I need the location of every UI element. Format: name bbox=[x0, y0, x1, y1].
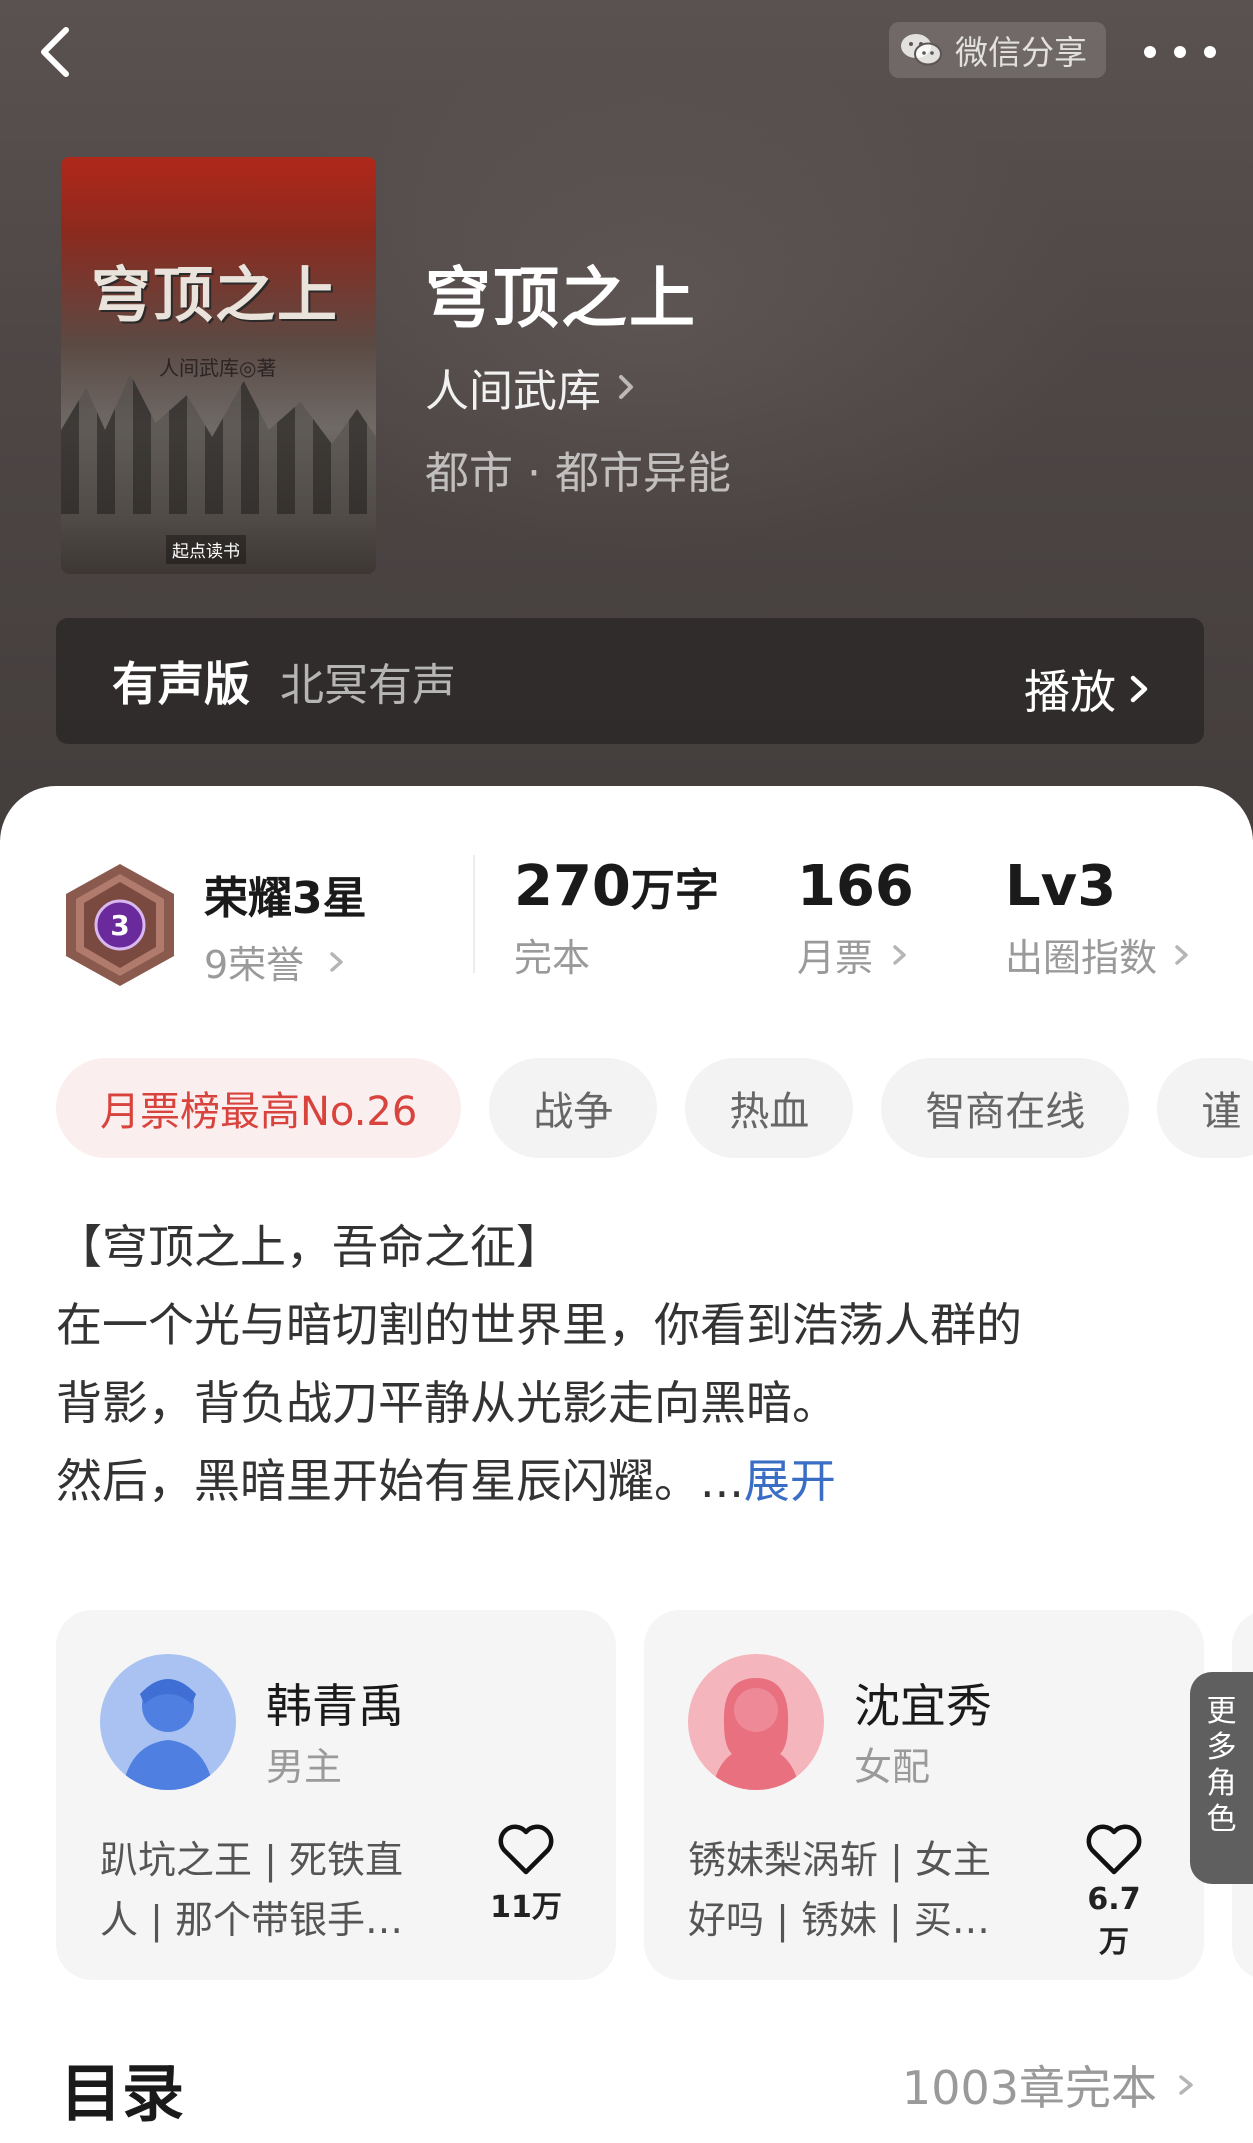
like-button[interactable]: 11万 bbox=[486, 1822, 566, 1926]
like-count: 11万 bbox=[490, 1890, 562, 1925]
role-description: 趴坑之王 | 死铁直 人 | 那个带银手… bbox=[100, 1830, 440, 1950]
audio-studio: 北冥有声 bbox=[280, 660, 456, 711]
toc-link[interactable]: 1003章完本 bbox=[902, 2052, 1203, 2118]
heart-icon bbox=[1086, 1824, 1142, 1875]
tag-chip[interactable]: 谨 bbox=[1157, 1058, 1253, 1158]
description-line: 【穹顶之上，吾命之征】 bbox=[56, 1220, 562, 1274]
role-card[interactable]: 沈宜秀 女配 锈妹梨涡斩 | 女主 好吗 | 锈妹 | 买… 6.7万 bbox=[644, 1610, 1204, 1980]
chevron-left-icon bbox=[41, 27, 69, 77]
cover-author: 人间武库◎著 bbox=[159, 356, 277, 380]
female-avatar-icon bbox=[688, 1654, 824, 1790]
monthly-ticket-label: 月票 bbox=[797, 936, 874, 980]
chevron-right-icon bbox=[1130, 675, 1148, 703]
role-description-line: 锈妹梨涡斩 | 女主 bbox=[688, 1838, 991, 1882]
more-dots-icon bbox=[1144, 46, 1216, 58]
tag-chip[interactable]: 智商在线 bbox=[881, 1058, 1130, 1158]
role-type: 男主 bbox=[266, 1745, 343, 1789]
description-line: 背影，背负战刀平静从光影走向黑暗。 bbox=[56, 1376, 838, 1430]
toc-chapter-count: 1003章完本 bbox=[901, 2061, 1157, 2115]
book-detail-page: 微信分享 穹顶之上 人间武库◎著 起点读书 穹顶之上 人间武库 都市 · 都市异… bbox=[0, 0, 1253, 2143]
expand-link[interactable]: 展开 bbox=[744, 1454, 836, 1508]
chevron-right-icon bbox=[893, 944, 906, 965]
monthly-ticket-stat[interactable]: 166 月票 bbox=[797, 854, 915, 982]
completion-status: 完本 bbox=[514, 936, 591, 980]
author-name: 人间武库 bbox=[425, 366, 601, 417]
audio-play-label: 播放 bbox=[1024, 665, 1116, 719]
heart-icon bbox=[498, 1824, 554, 1875]
audio-version-bar[interactable]: 有声版 北冥有声 播放 bbox=[56, 618, 1204, 744]
role-type: 女配 bbox=[854, 1745, 931, 1789]
cover-title: 穹顶之上 bbox=[91, 261, 339, 331]
like-count: 6.7万 bbox=[1087, 1882, 1141, 1960]
tag-list: 月票榜最高No.26 战争 热血 智商在线 谨 bbox=[56, 1058, 1253, 1158]
word-count-unit: 万字 bbox=[630, 865, 719, 916]
wechat-icon bbox=[901, 34, 942, 66]
word-count-value: 270 bbox=[514, 854, 631, 919]
like-button[interactable]: 6.7万 bbox=[1074, 1822, 1154, 1961]
description-line: 然后，黑暗里开始有星辰闪耀。... bbox=[56, 1454, 744, 1508]
role-name: 沈宜秀 bbox=[854, 1679, 992, 1733]
chevron-right-icon bbox=[1179, 2075, 1193, 2095]
role-description-line: 好吗 | 锈妹 | 买… bbox=[688, 1898, 990, 1942]
tag-chip[interactable]: 战争 bbox=[489, 1058, 658, 1158]
more-roles-char: 角 bbox=[1206, 1766, 1237, 1801]
hero-header: 微信分享 穹顶之上 人间武库◎著 起点读书 穹顶之上 人间武库 都市 · 都市异… bbox=[0, 0, 1253, 840]
more-options-button[interactable] bbox=[1140, 30, 1220, 74]
audio-tag: 有声版 bbox=[112, 657, 250, 711]
share-label: 微信分享 bbox=[955, 33, 1087, 72]
role-description: 锈妹梨涡斩 | 女主 好吗 | 锈妹 | 买… bbox=[688, 1830, 1028, 1950]
word-count-stat: 270万字 完本 bbox=[514, 854, 719, 982]
avatar bbox=[688, 1654, 824, 1790]
role-name: 韩青禹 bbox=[266, 1679, 404, 1733]
avatar bbox=[100, 1654, 236, 1790]
breakout-index-value: Lv3 bbox=[1005, 854, 1117, 919]
book-genre[interactable]: 都市 · 都市异能 bbox=[425, 437, 731, 501]
chevron-right-icon bbox=[330, 951, 343, 972]
audio-play-button[interactable]: 播放 bbox=[1024, 656, 1154, 722]
role-description-line: 人 | 那个带银手… bbox=[100, 1898, 403, 1942]
tag-chip-rank[interactable]: 月票榜最高No.26 bbox=[56, 1058, 462, 1158]
tag-chip[interactable]: 热血 bbox=[685, 1058, 854, 1158]
description-line: 在一个光与暗切割的世界里，你看到浩荡人群的 bbox=[56, 1298, 1022, 1352]
breakout-index-label: 出圈指数 bbox=[1005, 936, 1158, 980]
cover-publisher: 起点读书 bbox=[166, 535, 246, 564]
more-roles-button[interactable]: 更 多 角 色 bbox=[1190, 1672, 1253, 1884]
honor-title: 荣耀3星 bbox=[204, 873, 367, 924]
more-roles-char: 色 bbox=[1206, 1802, 1237, 1837]
honor-sub: 9荣誉 bbox=[204, 943, 305, 987]
book-description: 【穹顶之上，吾命之征】 在一个光与暗切割的世界里，你看到浩荡人群的 背影，背负战… bbox=[56, 1208, 1206, 1520]
male-avatar-icon bbox=[100, 1654, 236, 1790]
stats-divider bbox=[473, 855, 475, 973]
monthly-ticket-value: 166 bbox=[797, 854, 914, 919]
book-title: 穹顶之上 bbox=[425, 259, 697, 337]
chevron-right-icon bbox=[619, 375, 633, 399]
honor-info[interactable]: 荣耀3星 9荣誉 bbox=[204, 862, 367, 989]
role-description-line: 趴坑之王 | 死铁直 bbox=[100, 1838, 403, 1882]
honor-badge-number: 3 bbox=[110, 909, 129, 942]
breakout-index-stat[interactable]: Lv3 出圈指数 bbox=[1005, 854, 1197, 982]
chevron-right-icon bbox=[1175, 944, 1188, 965]
toc-title: 目录 bbox=[60, 2057, 185, 2130]
back-button[interactable] bbox=[32, 22, 84, 82]
author-link[interactable]: 人间武库 bbox=[425, 355, 641, 419]
honor-badge-icon[interactable]: 3 bbox=[58, 860, 182, 990]
more-roles-char: 更 bbox=[1206, 1694, 1237, 1729]
role-card[interactable]: 韩青禹 男主 趴坑之王 | 死铁直 人 | 那个带银手… 11万 bbox=[56, 1610, 616, 1980]
cover-cityscape bbox=[61, 374, 376, 514]
more-roles-char: 多 bbox=[1206, 1730, 1237, 1765]
wechat-share-button[interactable]: 微信分享 bbox=[889, 22, 1106, 78]
book-cover[interactable]: 穹顶之上 人间武库◎著 起点读书 bbox=[61, 157, 376, 574]
